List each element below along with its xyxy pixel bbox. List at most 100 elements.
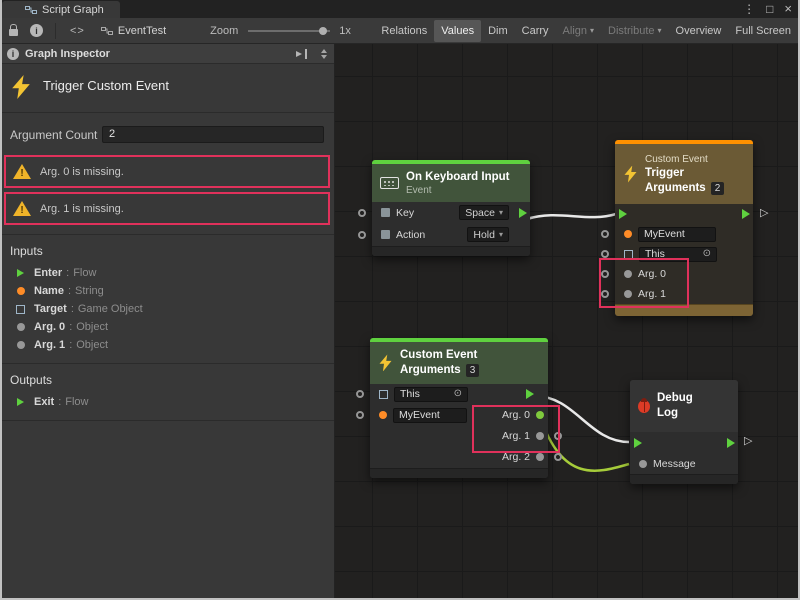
flow-out-port[interactable]: [519, 208, 527, 218]
arg-label: Arg. 0: [638, 268, 666, 280]
connected-port-dot[interactable]: [536, 411, 544, 419]
output-port[interactable]: [554, 432, 562, 440]
pin-separator: :: [58, 396, 61, 408]
chevron-down-icon: ▾: [499, 208, 503, 217]
node-header: On Keyboard Input Event: [372, 164, 530, 202]
output-port-dot[interactable]: [536, 432, 544, 440]
argument-count-label: Argument Count: [10, 128, 102, 142]
wire-event-to-debug: [535, 396, 629, 442]
input-port[interactable]: [601, 250, 609, 258]
align-button[interactable]: Align▾: [556, 20, 601, 42]
input-port[interactable]: [358, 209, 366, 217]
maximize-icon[interactable]: [766, 1, 773, 17]
carry-button[interactable]: Carry: [515, 20, 556, 42]
input-port[interactable]: [356, 411, 364, 419]
event-name-field[interactable]: MyEvent: [393, 408, 467, 423]
script-graph-icon: [25, 4, 37, 16]
lightning-bolt-icon: [623, 166, 638, 183]
unit-title-block: Trigger Custom Event: [0, 64, 334, 113]
zoom-slider-knob[interactable]: [319, 27, 327, 35]
node-header: Custom Event Arguments3: [370, 342, 548, 384]
node-debug-log[interactable]: Debug Log Message: [630, 380, 738, 484]
connection-wires: [335, 44, 800, 600]
argument-count-badge: 2: [711, 182, 725, 195]
target-value: This: [400, 388, 420, 400]
input-pin-arg1: Arg. 1 : Object: [0, 336, 334, 354]
arg-label: Arg. 1: [502, 430, 530, 442]
input-port[interactable]: [601, 290, 609, 298]
flow-out-port[interactable]: [526, 389, 534, 399]
output-port[interactable]: [554, 453, 562, 461]
object-dot-icon: [624, 290, 632, 298]
node-footer: [372, 246, 530, 256]
arg-label: Arg. 1: [638, 288, 666, 300]
distribute-label: Distribute: [608, 25, 654, 37]
object-dot-icon: [13, 341, 28, 349]
distribute-button[interactable]: Distribute▾: [601, 20, 668, 42]
close-icon[interactable]: [784, 1, 792, 17]
action-label: Action: [396, 229, 425, 241]
node-header: Debug Log: [630, 380, 738, 432]
key-dropdown[interactable]: Space ▾: [459, 205, 509, 220]
action-dropdown[interactable]: Hold ▾: [467, 227, 509, 242]
warning-arg1: Arg. 1 is missing.: [4, 192, 330, 225]
arg1-row: Arg. 1: [615, 284, 753, 304]
section-divider: [0, 420, 334, 421]
values-button[interactable]: Values: [434, 20, 481, 42]
node-footer: [615, 304, 753, 316]
input-port[interactable]: [601, 230, 609, 238]
flow-in-port[interactable]: [619, 209, 627, 219]
input-port[interactable]: [601, 270, 609, 278]
pin-type: Object: [76, 321, 108, 333]
warning-text: Arg. 0 is missing.: [40, 166, 124, 178]
object-picker-icon[interactable]: ⊙: [703, 249, 711, 259]
key-row: Key Space ▾: [372, 202, 530, 224]
full-screen-button[interactable]: Full Screen: [728, 20, 798, 42]
overview-button[interactable]: Overview: [669, 20, 729, 42]
wire-arg0-to-message: [540, 417, 629, 471]
input-pin-name: Name : String: [0, 282, 334, 300]
node-on-keyboard-input[interactable]: On Keyboard Input Event Key Space ▾ Acti…: [372, 160, 530, 256]
target-field[interactable]: This ⊙: [394, 387, 468, 402]
zoom-slider[interactable]: [248, 30, 330, 32]
dock-panel-icon[interactable]: [296, 49, 309, 59]
breadcrumb-icon[interactable]: <>: [70, 25, 85, 37]
string-dot-icon: [379, 411, 387, 419]
arg-label: Arg. 2: [502, 451, 530, 463]
chevron-down-icon: ▾: [499, 230, 503, 239]
relations-button[interactable]: Relations: [374, 20, 434, 42]
object-dot-icon: [13, 323, 28, 331]
pin-separator: :: [69, 321, 72, 333]
event-name-field[interactable]: MyEvent: [638, 227, 716, 242]
dim-button[interactable]: Dim: [481, 20, 515, 42]
flow-row: [615, 204, 753, 224]
input-pin-target: Target : Game Object: [0, 300, 334, 318]
input-port[interactable]: [356, 390, 364, 398]
toolbar-separator: [55, 23, 56, 39]
flow-out-port[interactable]: [742, 209, 750, 219]
node-title: Debug: [657, 391, 693, 406]
panel-spinner[interactable]: [321, 49, 327, 59]
input-port[interactable]: [358, 231, 366, 239]
flow-in-port[interactable]: [634, 438, 642, 448]
graph-canvas[interactable]: On Keyboard Input Event Key Space ▾ Acti…: [335, 44, 800, 600]
flow-out-port[interactable]: [727, 438, 735, 448]
window-menu-icon[interactable]: [743, 1, 755, 17]
node-footer: [370, 468, 548, 478]
tab-script-graph[interactable]: Script Graph: [2, 1, 120, 18]
node-trigger-custom-event[interactable]: Custom Event Trigger Arguments2 MyEvent …: [615, 140, 753, 316]
node-custom-event[interactable]: Custom Event Arguments3 This ⊙ MyEvent A…: [370, 338, 548, 478]
argument-count-input[interactable]: 2: [102, 126, 324, 143]
output-port-dot[interactable]: [536, 453, 544, 461]
lock-icon[interactable]: [9, 29, 18, 36]
zoom-value: 1x: [339, 25, 351, 37]
target-field[interactable]: This ⊙: [639, 247, 717, 262]
info-icon[interactable]: [30, 24, 43, 37]
graph-inspector-panel: Graph Inspector Trigger Custom Event Arg…: [0, 44, 335, 600]
node-header: Custom Event Trigger Arguments2: [615, 144, 753, 204]
input-pin-enter: Enter : Flow: [0, 264, 334, 282]
object-picker-icon[interactable]: ⊙: [454, 389, 462, 399]
tab-label: Script Graph: [42, 4, 104, 16]
argument-count-row: Argument Count 2: [0, 113, 334, 152]
node-title-2: Arguments: [400, 364, 461, 376]
